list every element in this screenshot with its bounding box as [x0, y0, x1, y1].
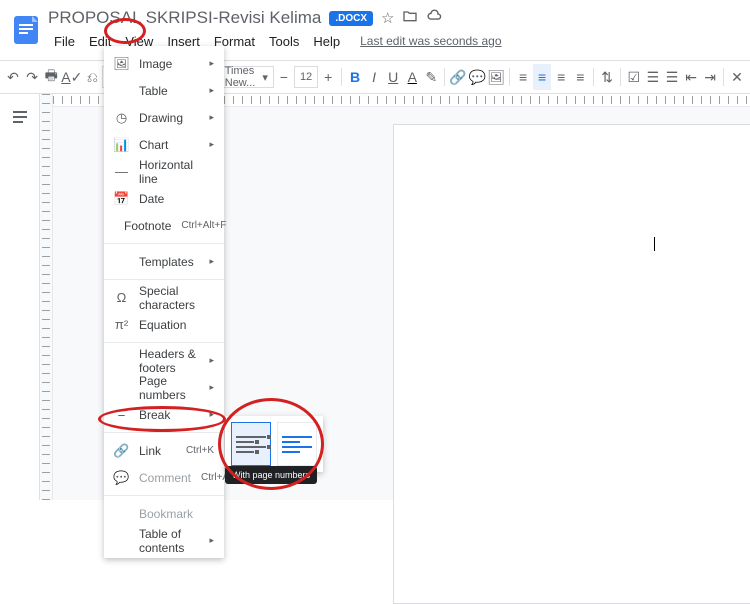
- menu-image[interactable]: 🖼Image▸: [104, 50, 224, 77]
- toc-submenu: [225, 416, 323, 472]
- menu-date[interactable]: 📅Date: [104, 185, 224, 212]
- menu-equation[interactable]: π²Equation: [104, 311, 224, 338]
- spellcheck-icon[interactable]: A✓: [61, 64, 82, 90]
- menu-insert[interactable]: Insert: [161, 32, 206, 51]
- menu-pagenumbers[interactable]: Page numbers▸: [104, 374, 224, 401]
- menu-footnote[interactable]: FootnoteCtrl+Alt+F: [104, 212, 224, 239]
- drawing-icon: ◷: [114, 110, 129, 125]
- document-page[interactable]: [393, 124, 750, 604]
- font-inc-icon[interactable]: +: [319, 64, 337, 90]
- menu-toc[interactable]: Table of contents▸: [104, 527, 224, 554]
- image-icon[interactable]: 🖼: [487, 64, 505, 90]
- highlight-icon[interactable]: ✎: [422, 64, 440, 90]
- menu-break[interactable]: ⎯Break▸: [104, 401, 224, 428]
- break-icon: ⎯: [114, 407, 129, 422]
- menu-help[interactable]: Help: [307, 32, 346, 51]
- toc-tooltip: With page numbers: [225, 466, 317, 484]
- menu-comment[interactable]: 💬CommentCtrl+Alt+M: [104, 464, 224, 491]
- menu-hline[interactable]: —Horizontal line: [104, 158, 224, 185]
- star-icon[interactable]: ☆: [381, 9, 394, 27]
- link-icon[interactable]: 🔗: [449, 64, 467, 90]
- doc-title[interactable]: PROPOSAL SKRIPSI-Revisi Kelima: [48, 8, 321, 28]
- paint-format-icon[interactable]: ⎌: [83, 64, 101, 90]
- menu-file[interactable]: File: [48, 32, 81, 51]
- comment-icon[interactable]: 💬: [468, 64, 486, 90]
- indent-icon[interactable]: ⇥: [701, 64, 719, 90]
- bold-icon[interactable]: B: [346, 64, 364, 90]
- pi-icon: π²: [114, 317, 129, 332]
- redo-icon[interactable]: ↷: [23, 64, 41, 90]
- menu-templates[interactable]: Templates▸: [104, 248, 224, 275]
- date-icon: 📅: [114, 191, 129, 206]
- outline-icon[interactable]: [11, 108, 29, 131]
- toc-with-numbers[interactable]: [231, 422, 271, 466]
- font-select[interactable]: Times New...▾: [219, 66, 274, 88]
- move-icon[interactable]: [402, 8, 418, 29]
- vertical-ruler: [40, 94, 53, 500]
- menu-headers[interactable]: Headers & footers▸: [104, 347, 224, 374]
- italic-icon[interactable]: I: [365, 64, 383, 90]
- outline-panel: [0, 94, 40, 500]
- undo-icon[interactable]: ↶: [4, 64, 22, 90]
- align-justify-icon[interactable]: ≡: [571, 64, 589, 90]
- last-edit-text[interactable]: Last edit was seconds ago: [354, 32, 507, 50]
- comment-icon: 💬: [114, 470, 129, 485]
- cloud-icon[interactable]: [426, 7, 443, 29]
- menu-special[interactable]: ΩSpecial characters: [104, 284, 224, 311]
- text-cursor: [654, 237, 655, 251]
- checklist-icon[interactable]: ☑: [625, 64, 643, 90]
- hline-icon: —: [114, 164, 129, 179]
- chart-icon: 📊: [114, 137, 129, 152]
- docx-badge: .DOCX: [329, 11, 373, 26]
- omega-icon: Ω: [114, 290, 129, 305]
- text-color-icon[interactable]: A: [403, 64, 421, 90]
- font-size[interactable]: 12: [294, 66, 318, 88]
- underline-icon[interactable]: U: [384, 64, 402, 90]
- align-left-icon[interactable]: ≡: [514, 64, 532, 90]
- menu-chart[interactable]: 📊Chart▸: [104, 131, 224, 158]
- font-dec-icon[interactable]: −: [275, 64, 293, 90]
- menu-bookmark[interactable]: Bookmark: [104, 500, 224, 527]
- menu-link[interactable]: 🔗LinkCtrl+K: [104, 437, 224, 464]
- align-right-icon[interactable]: ≡: [552, 64, 570, 90]
- docs-logo[interactable]: [8, 12, 44, 48]
- number-list-icon[interactable]: ☰: [663, 64, 681, 90]
- line-spacing-icon[interactable]: ⇅: [598, 64, 616, 90]
- menu-tools[interactable]: Tools: [263, 32, 305, 51]
- menu-drawing[interactable]: ◷Drawing▸: [104, 104, 224, 131]
- bullet-list-icon[interactable]: ☰: [644, 64, 662, 90]
- dedent-icon[interactable]: ⇤: [682, 64, 700, 90]
- menu-table[interactable]: Table▸: [104, 77, 224, 104]
- align-center-icon[interactable]: ≡: [533, 64, 551, 90]
- clear-format-icon[interactable]: ✕: [728, 64, 746, 90]
- print-icon[interactable]: 🖶: [42, 64, 60, 90]
- link-icon: 🔗: [114, 443, 129, 458]
- insert-dropdown: 🖼Image▸ Table▸ ◷Drawing▸ 📊Chart▸ —Horizo…: [104, 46, 224, 558]
- image-icon: 🖼: [114, 56, 129, 71]
- toc-with-links[interactable]: [277, 422, 317, 466]
